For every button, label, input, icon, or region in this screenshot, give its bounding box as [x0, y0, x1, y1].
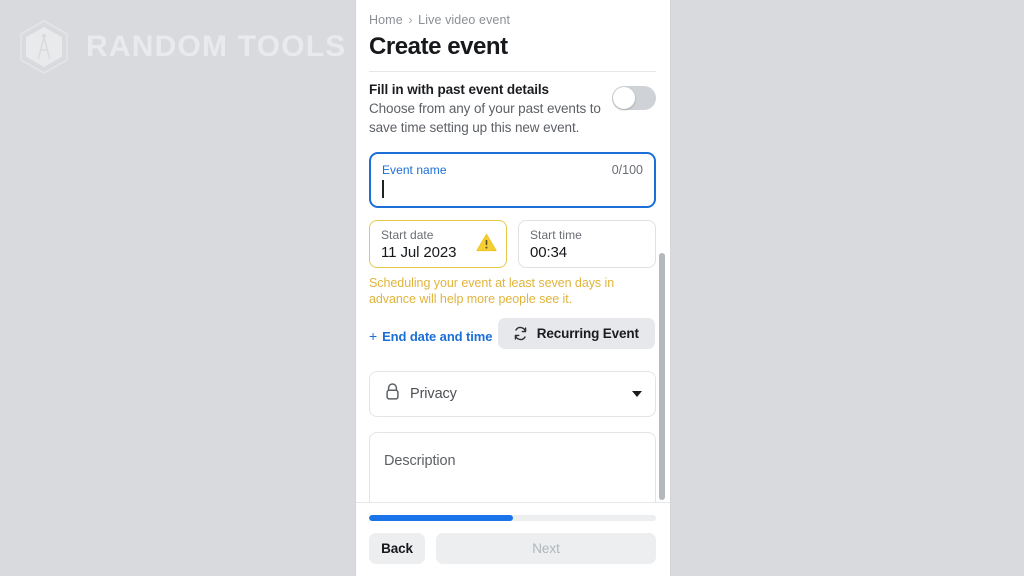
text-caret	[382, 180, 384, 198]
scrollbar-track[interactable]	[659, 0, 665, 502]
past-event-title: Fill in with past event details	[369, 82, 549, 97]
create-event-panel: Home › Live video event Create event Fil…	[356, 0, 670, 576]
event-name-label: Event name	[382, 163, 447, 177]
brand-watermark: RANDOM TOOLS	[16, 18, 347, 76]
event-name-input[interactable]	[382, 179, 643, 201]
breadcrumb-home[interactable]: Home	[369, 13, 403, 27]
lock-icon	[384, 382, 410, 406]
next-button[interactable]: Next	[436, 533, 656, 564]
start-time-value: 00:34	[530, 244, 568, 261]
privacy-select[interactable]: Privacy	[369, 371, 656, 417]
plus-icon: +	[369, 328, 378, 344]
form-scroll-area[interactable]: Home › Live video event Create event Fil…	[356, 0, 670, 502]
refresh-sync-icon	[513, 326, 528, 341]
event-name-counter: 0/100	[611, 163, 643, 177]
event-name-header: Event name 0/100	[382, 163, 643, 177]
page-title: Create event	[369, 33, 508, 60]
breadcrumb-current: Live video event	[418, 13, 511, 27]
scheduling-warning-message: Scheduling your event at least seven day…	[369, 276, 615, 306]
description-textarea[interactable]: Description	[369, 432, 656, 502]
event-name-field[interactable]: Event name 0/100	[369, 152, 656, 208]
add-end-date-label: End date and time	[382, 328, 493, 344]
breadcrumb: Home › Live video event	[369, 12, 656, 28]
header-divider	[369, 71, 656, 72]
back-button[interactable]: Back	[369, 533, 425, 564]
scrollbar-thumb[interactable]	[659, 253, 665, 500]
start-time-label: Start time	[530, 228, 582, 242]
recurring-event-button[interactable]: Recurring Event	[497, 318, 655, 349]
past-event-section: Fill in with past event details Choose f…	[369, 81, 656, 137]
chevron-down-icon	[632, 391, 642, 397]
hexagon-compass-icon	[16, 18, 72, 76]
past-event-toggle[interactable]	[612, 86, 656, 110]
progress-bar-fill	[369, 515, 513, 521]
brand-name: RANDOM TOOLS	[86, 30, 347, 63]
wizard-footer: Back Next	[356, 502, 670, 576]
progress-bar	[369, 515, 656, 521]
privacy-label: Privacy	[410, 386, 457, 402]
start-time-field[interactable]: Start time 00:34	[518, 220, 656, 268]
footer-button-row: Back Next	[369, 533, 656, 564]
warning-triangle-icon	[476, 233, 497, 252]
breadcrumb-separator: ›	[408, 13, 413, 27]
description-placeholder: Description	[384, 453, 456, 469]
start-date-field[interactable]: Start date 11 Jul 2023	[369, 220, 507, 268]
toggle-knob	[613, 87, 635, 109]
past-event-description: Choose from any of your past events to s…	[369, 101, 601, 135]
recurring-event-label: Recurring Event	[536, 326, 639, 341]
datetime-row: Start date 11 Jul 2023 Start time 00:34	[369, 220, 656, 268]
add-end-date-link[interactable]: + End date and time	[369, 329, 492, 344]
past-event-text: Fill in with past event details Choose f…	[369, 81, 612, 137]
